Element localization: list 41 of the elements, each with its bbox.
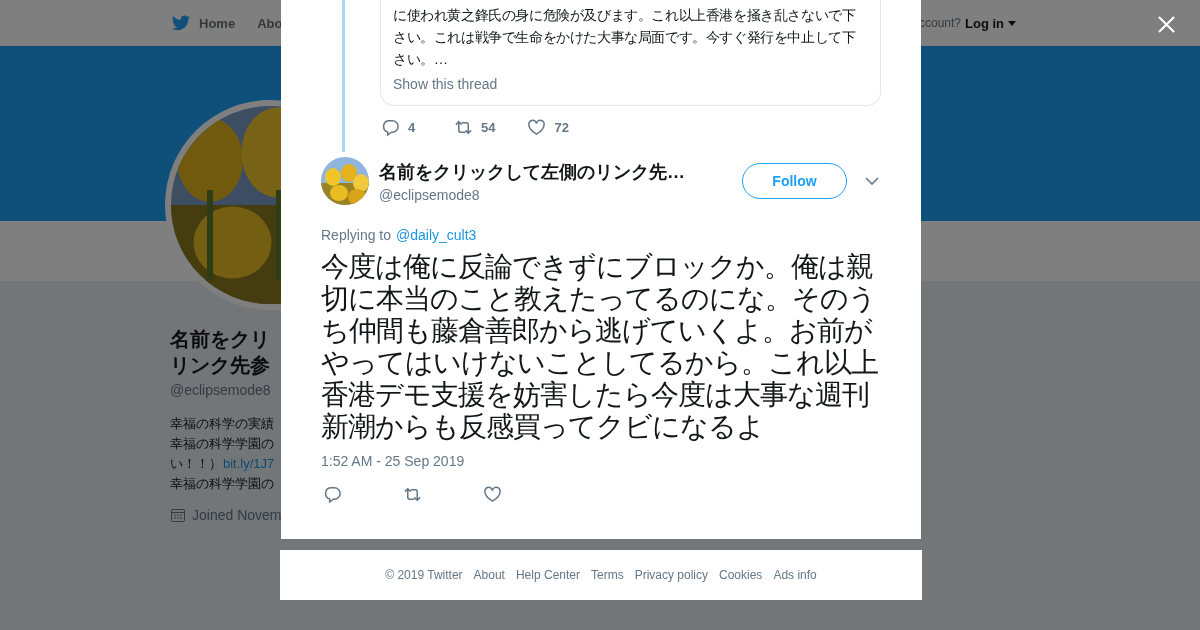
footer-link[interactable]: Cookies <box>719 568 763 582</box>
nav-link[interactable]: Abo <box>257 15 283 31</box>
footer-link[interactable]: About <box>473 568 505 582</box>
retweet-icon[interactable] <box>403 485 422 504</box>
reply-icon[interactable] <box>381 118 400 137</box>
reply-icon[interactable] <box>323 485 342 504</box>
close-icon[interactable] <box>1158 16 1175 33</box>
heart-icon[interactable] <box>527 118 547 137</box>
quoted-tweet-text: に使われ黄之鋒氏の身に危険が及びます。これ以上香港を掻き乱さないで下さい。これは戦争で生命をかけた大事な局面です。今すぐ発行を中止して下さい。… <box>393 6 857 69</box>
footer-link[interactable]: Ads info <box>773 568 817 582</box>
bio-text: 幸福の科学学園の <box>170 435 274 453</box>
action-count: 54 <box>481 120 496 135</box>
user-name[interactable]: 名前をクリックして左側のリンク先… <box>379 159 742 184</box>
tweet-text: 今度は俺に反論できずにブロックか。俺は親切に本当のこと教えたってるのにな。そのうち仲間も藤倉善郎から逃げていくよ。お前がやってはいけないことしてるから。これ以上香港デモ支援を妨害したら今度は大事な週刊新潮からも反感買ってクビになるよ <box>321 251 879 443</box>
footer-link[interactable]: Privacy policy <box>634 568 708 582</box>
nav-link[interactable]: Home <box>199 15 236 31</box>
profile-handle: @eclipsemode8 <box>170 382 272 398</box>
footer-link[interactable]: Terms <box>591 568 624 582</box>
caret-icon <box>1008 20 1016 26</box>
bird-icon <box>171 14 191 32</box>
copyright-text: © 2019 Twitter <box>385 568 463 582</box>
login-link[interactable]: Log in <box>965 15 1004 31</box>
tweet-timestamp: 1:52 AM - 25 Sep 2019 <box>321 453 466 469</box>
profile-name: リンク先参 <box>170 353 271 378</box>
footer-link[interactable]: Help Center <box>515 568 580 582</box>
follow-button[interactable]: Follow <box>742 163 847 199</box>
show-thread-link[interactable]: Show this thread <box>393 76 868 92</box>
user-handle: @eclipsemode8 <box>379 186 481 203</box>
replying-label: Replying to <box>321 227 392 243</box>
chevron-down-icon[interactable] <box>865 177 879 185</box>
retweet-icon[interactable] <box>454 118 473 137</box>
profile-name: 名前をクリ <box>170 327 271 352</box>
action-count: 72 <box>554 120 569 135</box>
action-count: 4 <box>408 120 417 135</box>
bio-text: い！！） <box>170 455 222 473</box>
joined-date: Joined Novem <box>192 507 282 523</box>
bio-text: 幸福の科学学園の <box>170 475 274 493</box>
heart-icon[interactable] <box>483 485 502 504</box>
mention-link[interactable]: @daily_cult3 <box>396 227 477 243</box>
calendar-icon <box>170 507 186 523</box>
bio-text: 幸福の科学の実績 <box>170 415 274 433</box>
